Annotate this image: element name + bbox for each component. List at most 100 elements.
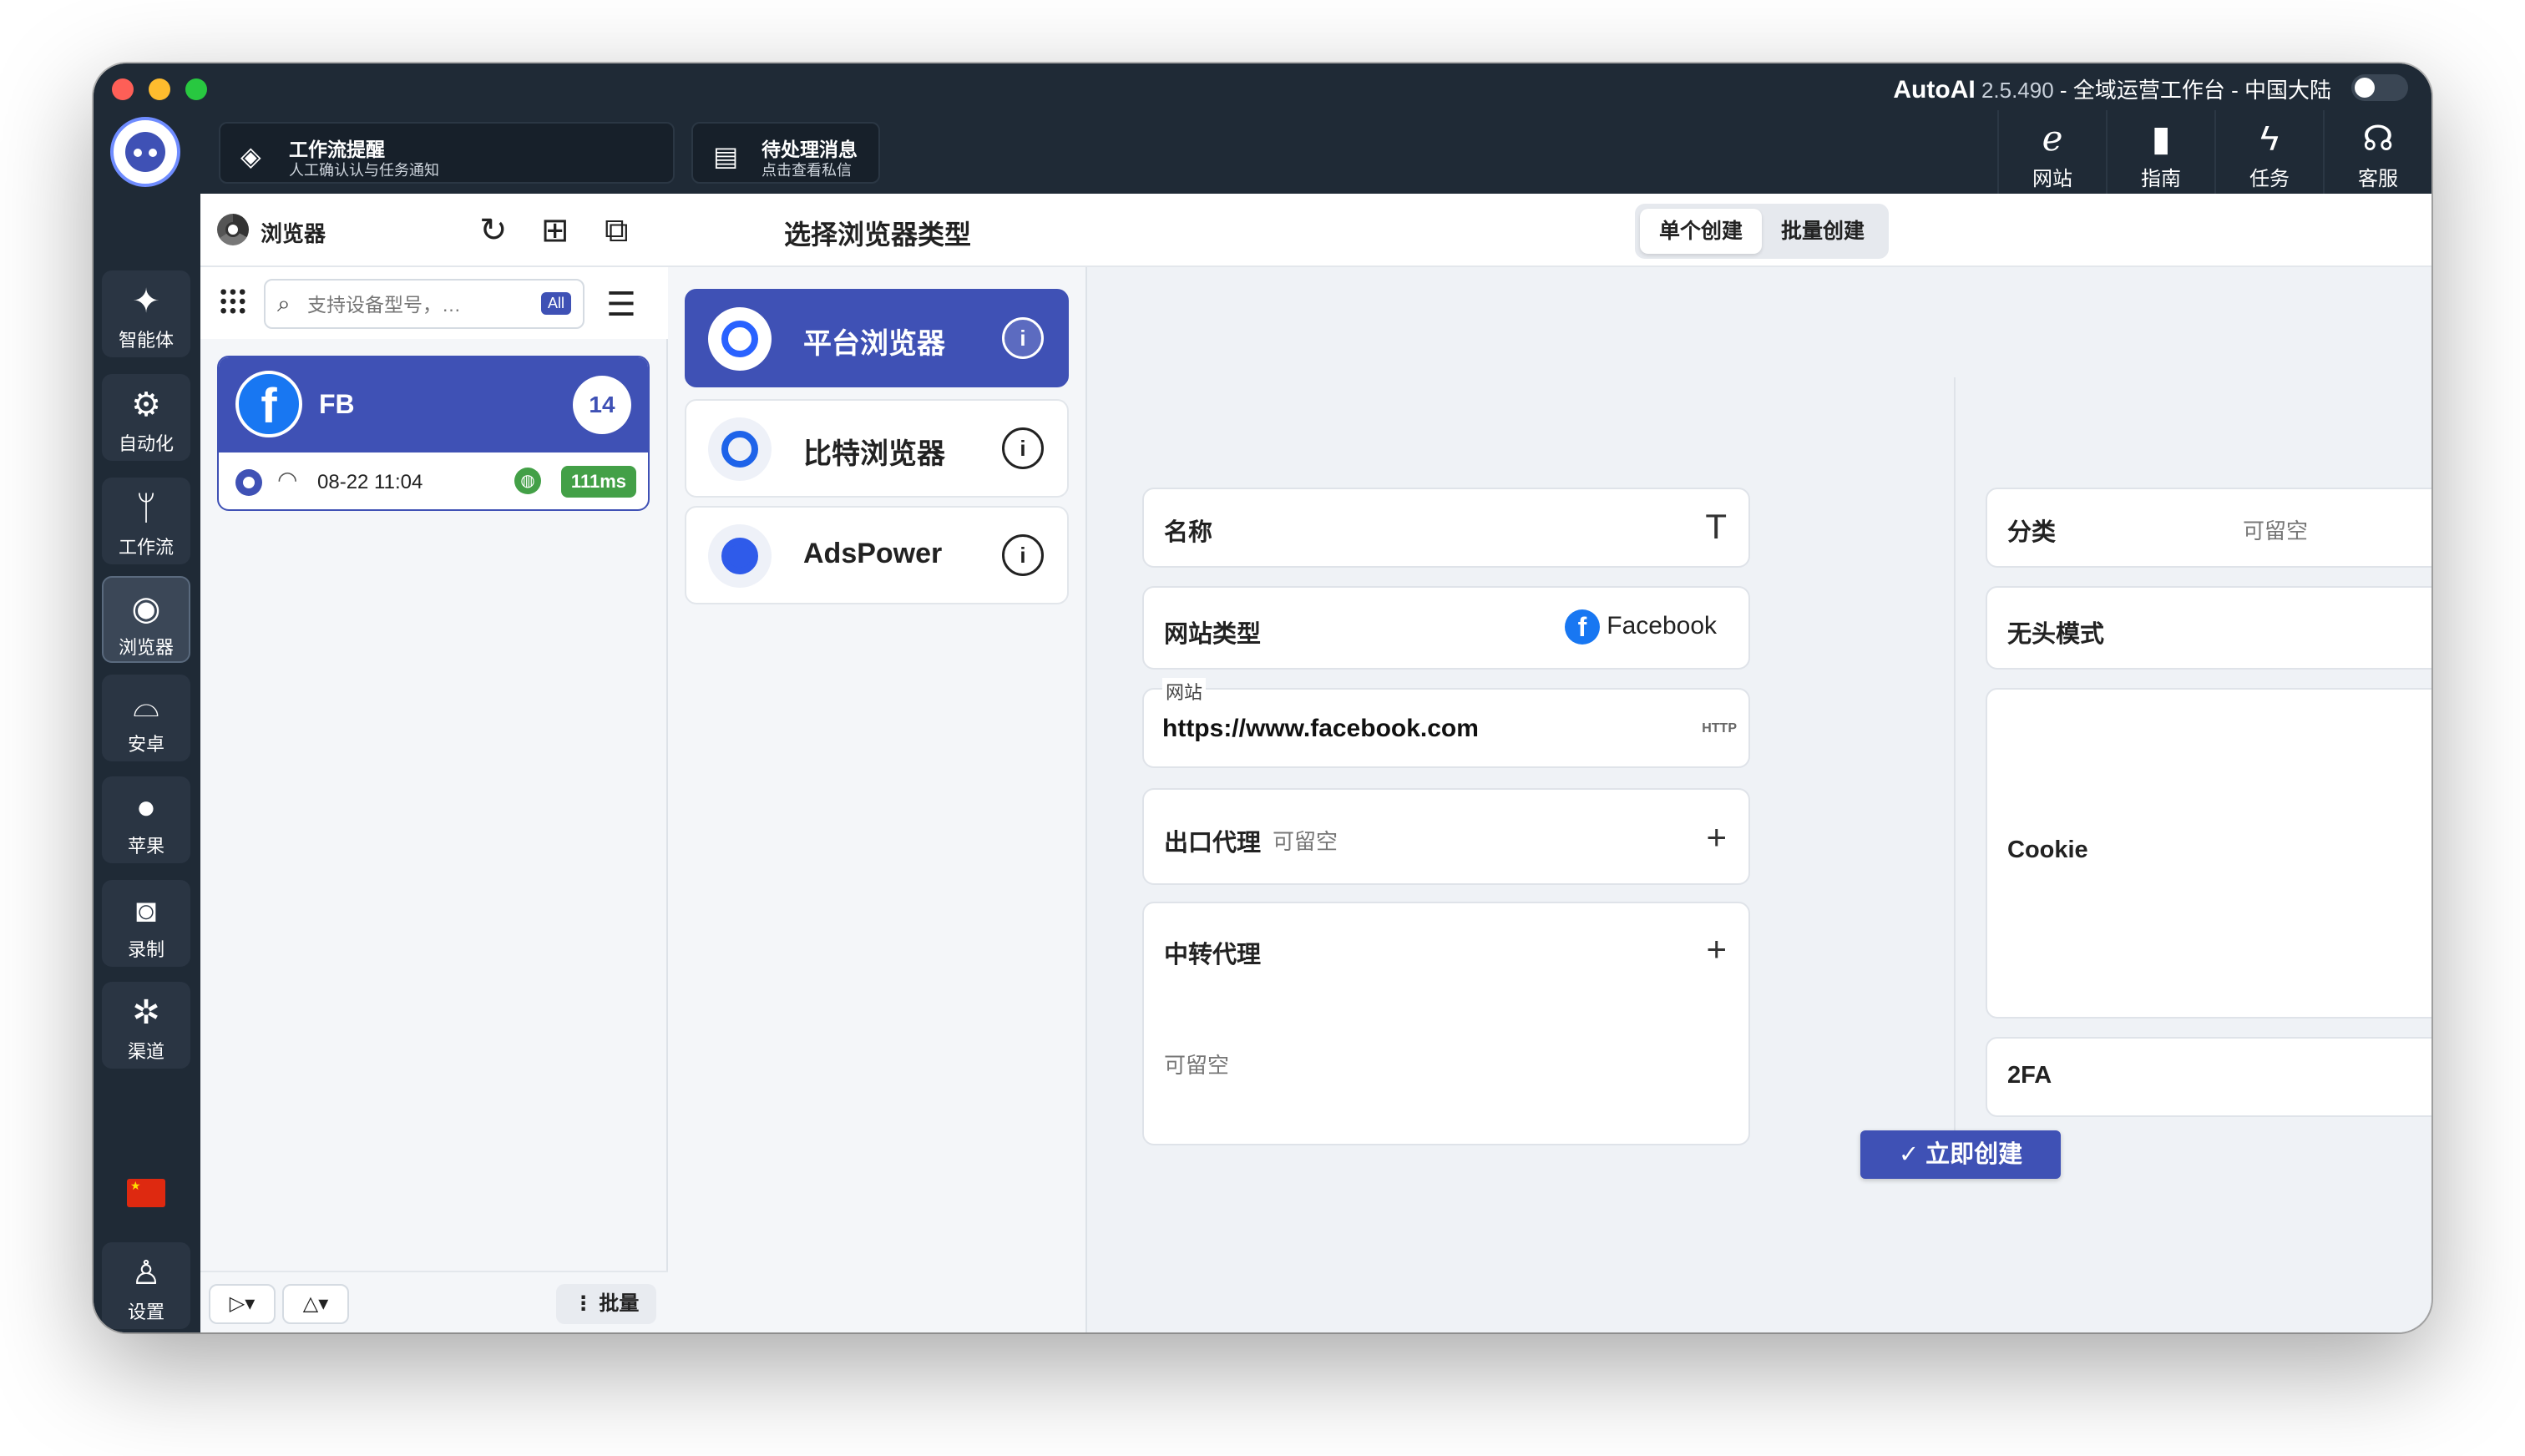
rail-label: 安卓 xyxy=(127,734,164,755)
cookie-field[interactable]: Cookie 📋︎ xyxy=(1986,688,2431,1019)
tab-batch-create[interactable]: 批量创建 xyxy=(1762,209,1884,254)
info-icon[interactable]: i xyxy=(1002,427,1044,469)
robot-eye xyxy=(149,149,157,157)
browser-type-bitbrowser[interactable]: 比特浏览器 i xyxy=(685,399,1069,498)
add-box-icon[interactable]: ⊞ xyxy=(541,210,569,250)
rail-label: 工作流 xyxy=(118,537,174,558)
site-type-field[interactable]: 网站类型 f Facebook xyxy=(1142,586,1750,670)
category-field[interactable]: 分类 可留空 + xyxy=(1986,488,2431,568)
batch-button[interactable]: ⋮ 批量 xyxy=(556,1284,656,1324)
globe-icon: ◍ xyxy=(514,468,541,494)
app-name: AutoAI xyxy=(1893,76,1976,104)
support-label: 客服 xyxy=(2358,168,2398,190)
filter-all-badge[interactable]: All xyxy=(540,292,571,315)
browser-list-title: 浏览器 xyxy=(261,221,326,246)
text-type-icon: T xyxy=(1705,507,1727,546)
refresh-icon[interactable]: ↻ xyxy=(479,210,508,250)
check-icon: ✓ xyxy=(1898,1141,1926,1168)
relay-proxy-field[interactable]: 中转代理 + 可留空 xyxy=(1142,902,1750,1145)
facebook-icon: f xyxy=(1564,609,1600,645)
rail-label: 自动化 xyxy=(118,433,174,454)
guide-label: 指南 xyxy=(2141,168,2181,190)
workflow-reminder-subtitle: 人工确认认与任务通知 xyxy=(289,162,439,179)
sparkle-icon: ✦ xyxy=(132,283,160,320)
chrome-icon xyxy=(217,214,249,245)
pending-messages-card[interactable]: ▤ 待处理消息 点击查看私信 xyxy=(691,122,880,184)
browser-type-platform[interactable]: 平台浏览器 i xyxy=(685,289,1069,387)
device-search-input[interactable] xyxy=(307,291,524,319)
guide-button[interactable]: ▮ 指南 xyxy=(2106,110,2214,194)
website-button[interactable]: ℯ 网站 xyxy=(1997,110,2106,194)
website-label: 网站 xyxy=(2032,168,2072,190)
twofa-field[interactable]: 2FA T xyxy=(1986,1037,2431,1117)
cookie-label: Cookie xyxy=(2007,837,2088,863)
twofa-label: 2FA xyxy=(2007,1062,2052,1089)
tab-single-create[interactable]: 单个创建 xyxy=(1640,209,1762,254)
latency-badge: 111ms xyxy=(560,466,636,498)
ie-icon: ℯ xyxy=(2042,119,2063,158)
relay-proxy-label: 中转代理 xyxy=(1164,942,1262,968)
device-card[interactable]: f FB 14 ◠ 08-22 11:04 ◍ 111ms xyxy=(217,356,650,511)
site-url-field[interactable]: 网站 https://www.facebook.com HTTP xyxy=(1142,678,1750,768)
workflow-reminder-card[interactable]: ◈ 工作流提醒 人工确认认与任务通知 xyxy=(219,122,675,184)
china-flag-icon[interactable] xyxy=(127,1179,165,1207)
device-search-box[interactable]: ⌕ All xyxy=(264,279,584,329)
pending-messages-title: 待处理消息 xyxy=(762,139,858,160)
rail-item-android[interactable]: ⌓ 安卓 xyxy=(102,675,190,761)
relay-proxy-hint: 可留空 xyxy=(1164,1053,1230,1078)
tasks-button[interactable]: ϟ 任务 xyxy=(2214,110,2323,194)
exit-proxy-field[interactable]: 出口代理 可留空 + xyxy=(1142,788,1750,885)
robot-icon xyxy=(125,132,165,172)
name-field[interactable]: 名称 T xyxy=(1142,488,1750,568)
rail-item-browser[interactable]: ◉ 浏览器 xyxy=(102,576,190,663)
exit-proxy-hint: 可留空 xyxy=(1273,829,1338,854)
sort-icon[interactable]: ☰ xyxy=(606,286,636,324)
left-rail: ✦ 智能体 ⚙ 自动化 ᛘ 工作流 ◉ 浏览器 ⌓ 安卓 ● 苹果 ◙ 录制 ✲ xyxy=(94,194,200,1332)
info-icon[interactable]: i xyxy=(1002,317,1044,359)
gear-icon: ⚙ xyxy=(131,387,161,423)
rail-item-automation[interactable]: ⚙ 自动化 xyxy=(102,374,190,461)
bitbrowser-icon xyxy=(708,417,772,481)
support-button[interactable]: ☊ 客服 xyxy=(2323,110,2431,194)
rail-item-channel[interactable]: ✲ 渠道 xyxy=(102,982,190,1069)
create-form-header: 单个创建 批量创建 xyxy=(1087,194,2431,267)
create-now-label: 立即创建 xyxy=(1925,1141,2023,1168)
category-label: 分类 xyxy=(2007,519,2057,546)
rail-label: 苹果 xyxy=(127,836,164,857)
app-window: AutoAI 2.5.490 - 全域运营工作台 - 中国大陆 ◈ 工作流提醒 … xyxy=(94,63,2431,1332)
tag-filter-button[interactable]: ▷▾ xyxy=(209,1284,276,1324)
info-icon[interactable]: i xyxy=(1002,534,1044,576)
rail-item-workflow[interactable]: ᛘ 工作流 xyxy=(102,478,190,564)
category-filter-button[interactable]: △▾ xyxy=(282,1284,349,1324)
plus-icon[interactable]: + xyxy=(1706,818,1727,857)
chrome-icon xyxy=(235,469,262,496)
theme-toggle[interactable] xyxy=(2351,74,2408,101)
tasks-label: 任务 xyxy=(2249,168,2290,190)
browser-type-adspower[interactable]: AdsPower i xyxy=(685,506,1069,604)
browser-type-header: 选择浏览器类型 xyxy=(668,194,1087,267)
browser-type-panel: 选择浏览器类型 平台浏览器 i 比特浏览器 i AdsPower i xyxy=(668,194,1087,1332)
rail-item-agent[interactable]: ✦ 智能体 xyxy=(102,270,190,357)
minimize-window-button[interactable] xyxy=(149,78,170,100)
grid-view-icon[interactable] xyxy=(219,287,247,316)
device-name: FB xyxy=(319,389,355,419)
rail-item-settings[interactable]: ♙ 设置 xyxy=(102,1242,190,1329)
search-row: ⌕ All ☰ xyxy=(200,267,668,339)
pending-messages-subtitle: 点击查看私信 xyxy=(762,162,852,179)
rail-item-apple[interactable]: ● 苹果 xyxy=(102,776,190,863)
android-icon: ⌓ xyxy=(133,687,159,724)
bolt-icon: ϟ xyxy=(2259,119,2280,158)
robot-eye xyxy=(134,149,142,157)
close-window-button[interactable] xyxy=(112,78,134,100)
rail-item-record[interactable]: ◙ 录制 xyxy=(102,880,190,967)
create-now-button[interactable]: ✓ 立即创建 xyxy=(1860,1130,2061,1179)
browser-list-panel: 浏览器 ↻ ⊞ ⧉ ⌕ All ☰ f FB 14 xyxy=(200,194,668,1332)
maximize-window-button[interactable] xyxy=(185,78,207,100)
facebook-icon: f xyxy=(235,371,302,437)
device-count-badge: 14 xyxy=(573,376,631,434)
plus-icon[interactable]: + xyxy=(1706,930,1727,968)
camera-icon: ◙ xyxy=(135,892,157,929)
site-type-value: f Facebook xyxy=(1564,609,1717,645)
cast-icon[interactable]: ⧉ xyxy=(605,210,629,250)
window-title: AutoAI 2.5.490 - 全域运营工作台 - 中国大陆 xyxy=(1893,73,2331,104)
